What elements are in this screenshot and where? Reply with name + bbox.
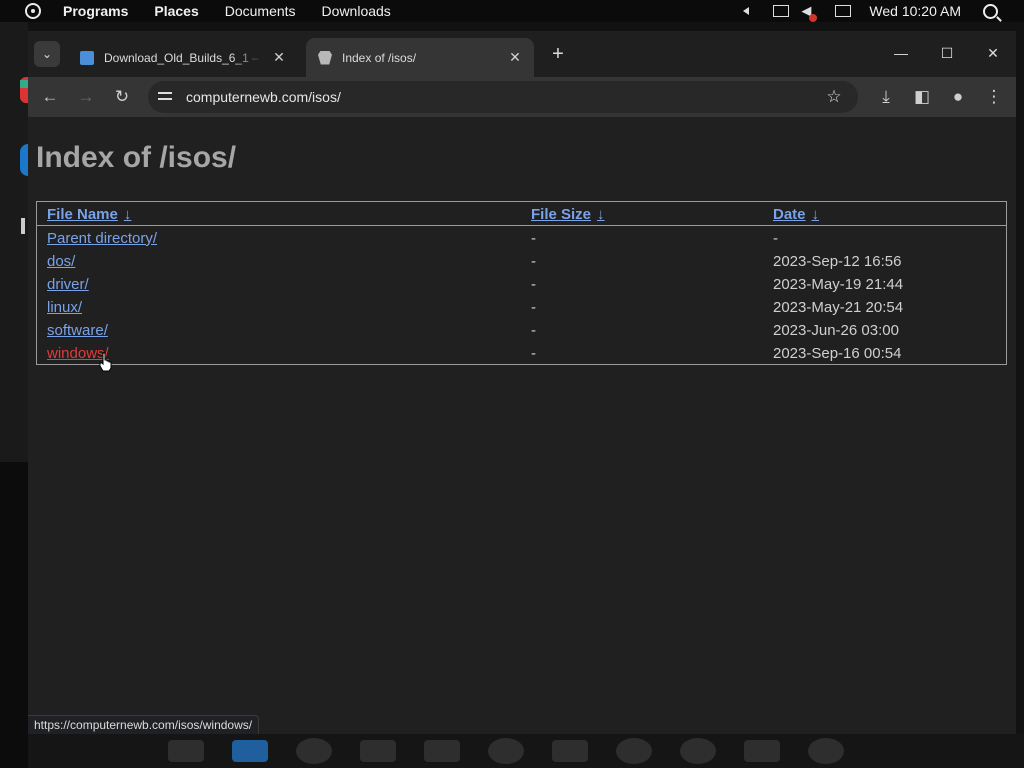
- reload-button[interactable]: ↻: [110, 85, 134, 109]
- document-icon: [80, 50, 94, 65]
- dock-app-icon[interactable]: [680, 738, 716, 764]
- close-icon[interactable]: ✕: [272, 49, 286, 66]
- directory-link[interactable]: driver/: [47, 276, 89, 293]
- puzzle-icon: [318, 50, 332, 65]
- date-cell: -: [773, 229, 778, 247]
- menu-downloads[interactable]: Downloads: [322, 3, 391, 19]
- table-row: windows/ - 2023-Sep-16 00:54: [37, 341, 1006, 364]
- date-cell: 2023-May-21 20:54: [773, 298, 904, 316]
- profile-icon[interactable]: ●: [946, 85, 970, 109]
- directory-link[interactable]: software/: [47, 322, 108, 339]
- sort-arrow-icon[interactable]: ↓: [597, 206, 605, 223]
- url-text[interactable]: computernewb.com/isos/: [186, 89, 822, 105]
- file-size-cell: -: [531, 252, 536, 270]
- directory-link[interactable]: linux/: [47, 299, 82, 316]
- side-panel-icon[interactable]: ◧: [910, 85, 934, 109]
- close-window-button[interactable]: ✕: [978, 41, 1008, 65]
- file-size-cell: -: [531, 321, 536, 339]
- sort-arrow-icon[interactable]: ↓: [124, 206, 132, 223]
- table-row: dos/ - 2023-Sep-12 16:56: [37, 249, 1006, 272]
- column-date: Date ↓: [763, 202, 1006, 226]
- desktop-background: [0, 22, 32, 768]
- sort-by-size-link[interactable]: File Size: [531, 206, 591, 223]
- browser-window: ⌄ Download_Old_Builds_6_1 – OnlyOffice ✕…: [28, 31, 1016, 735]
- dock: [28, 734, 1024, 768]
- system-menu-icon[interactable]: [25, 3, 41, 19]
- minimize-button[interactable]: —: [886, 41, 916, 65]
- column-file-size: File Size ↓: [521, 202, 763, 226]
- directory-link[interactable]: Parent directory/: [47, 230, 157, 247]
- network-icon[interactable]: [773, 5, 790, 17]
- table-row: Parent directory/ - -: [37, 226, 1006, 249]
- dock-app-icon[interactable]: [744, 740, 780, 762]
- close-icon[interactable]: ✕: [508, 49, 522, 66]
- link-status-bar: https://computernewb.com/isos/windows/: [28, 715, 260, 735]
- page-title: Index of /isos/: [36, 141, 237, 174]
- hand-cursor-icon: [99, 352, 112, 372]
- dock-app-icon[interactable]: [424, 740, 460, 762]
- table-row: linux/ - 2023-May-21 20:54: [37, 295, 1006, 318]
- download-icon[interactable]: ⤓: [874, 85, 898, 109]
- notifications-icon[interactable]: [835, 5, 852, 17]
- tab-title: Download_Old_Builds_6_1 – OnlyOffice: [104, 50, 264, 65]
- address-bar[interactable]: computernewb.com/isos/ ☆: [148, 81, 858, 113]
- back-button[interactable]: ←: [38, 85, 62, 109]
- clock[interactable]: Wed 10:20 AM: [869, 3, 961, 19]
- wallpaper-shape: [0, 462, 28, 768]
- table-row: driver/ - 2023-May-19 21:44: [37, 272, 1006, 295]
- file-size-cell: -: [531, 275, 536, 293]
- file-size-cell: -: [531, 229, 536, 247]
- dock-app-icon[interactable]: [616, 738, 652, 764]
- table-header-row: File Name ↓ File Size ↓ Date ↓: [37, 202, 1006, 226]
- search-icon[interactable]: [983, 3, 998, 19]
- table-row: software/ - 2023-Jun-26 03:00: [37, 318, 1006, 341]
- dock-app-icon[interactable]: [488, 738, 524, 764]
- tab-index-isos[interactable]: Index of /isos/ ✕: [306, 38, 534, 77]
- sort-by-date-link[interactable]: Date: [773, 206, 806, 223]
- bookmark-star-icon[interactable]: ☆: [822, 87, 846, 107]
- date-cell: 2023-Sep-12 16:56: [773, 252, 902, 270]
- browser-toolbar: ← → ↻ computernewb.com/isos/ ☆ ⤓ ◧ ● ⋮: [28, 77, 1016, 117]
- date-cell: 2023-Sep-16 00:54: [773, 344, 902, 362]
- dock-app-icon[interactable]: [360, 740, 396, 762]
- sort-arrow-icon[interactable]: ↓: [812, 206, 820, 223]
- file-listing-table: File Name ↓ File Size ↓ Date ↓ Parent direc…: [36, 201, 1007, 365]
- tab-title: Index of /isos/: [342, 50, 417, 65]
- tray-expand-icon[interactable]: [743, 7, 750, 15]
- file-size-cell: -: [531, 344, 536, 362]
- directory-link[interactable]: dos/: [47, 253, 75, 270]
- date-cell: 2023-Jun-26 03:00: [773, 321, 899, 339]
- file-size-cell: -: [531, 298, 536, 316]
- dock-app-icon[interactable]: [552, 740, 588, 762]
- chevron-down-icon: ⌄: [41, 47, 53, 61]
- forward-button[interactable]: →: [74, 85, 98, 109]
- dock-app-icon[interactable]: [232, 740, 268, 762]
- dock-app-icon[interactable]: [808, 738, 844, 764]
- menu-programs[interactable]: Programs: [63, 3, 128, 19]
- page-content: Index of /isos/ File Name ↓ File Size ↓ Da…: [28, 117, 1016, 735]
- system-panel: Programs Places Documents Downloads ◀ We…: [0, 0, 1024, 22]
- tab-onlyoffice[interactable]: Download_Old_Builds_6_1 – OnlyOffice ✕: [68, 38, 298, 77]
- sort-by-name-link[interactable]: File Name: [47, 206, 118, 223]
- new-tab-button[interactable]: +: [546, 43, 570, 67]
- column-file-name: File Name ↓: [37, 202, 521, 226]
- menu-kebab-icon[interactable]: ⋮: [982, 85, 1006, 109]
- dock-app-icon[interactable]: [168, 740, 204, 762]
- menu-documents[interactable]: Documents: [225, 3, 296, 19]
- volume-muted-icon[interactable]: ◀: [801, 3, 818, 22]
- tab-strip: ⌄ Download_Old_Builds_6_1 – OnlyOffice ✕…: [28, 31, 1016, 77]
- desktop-app-icon[interactable]: [21, 218, 25, 234]
- maximize-button[interactable]: ☐: [932, 41, 962, 65]
- date-cell: 2023-May-19 21:44: [773, 275, 904, 293]
- site-info-icon[interactable]: [158, 91, 174, 103]
- tab-search-button[interactable]: ⌄: [34, 41, 60, 67]
- dock-app-icon[interactable]: [296, 738, 332, 764]
- menu-places[interactable]: Places: [154, 3, 198, 19]
